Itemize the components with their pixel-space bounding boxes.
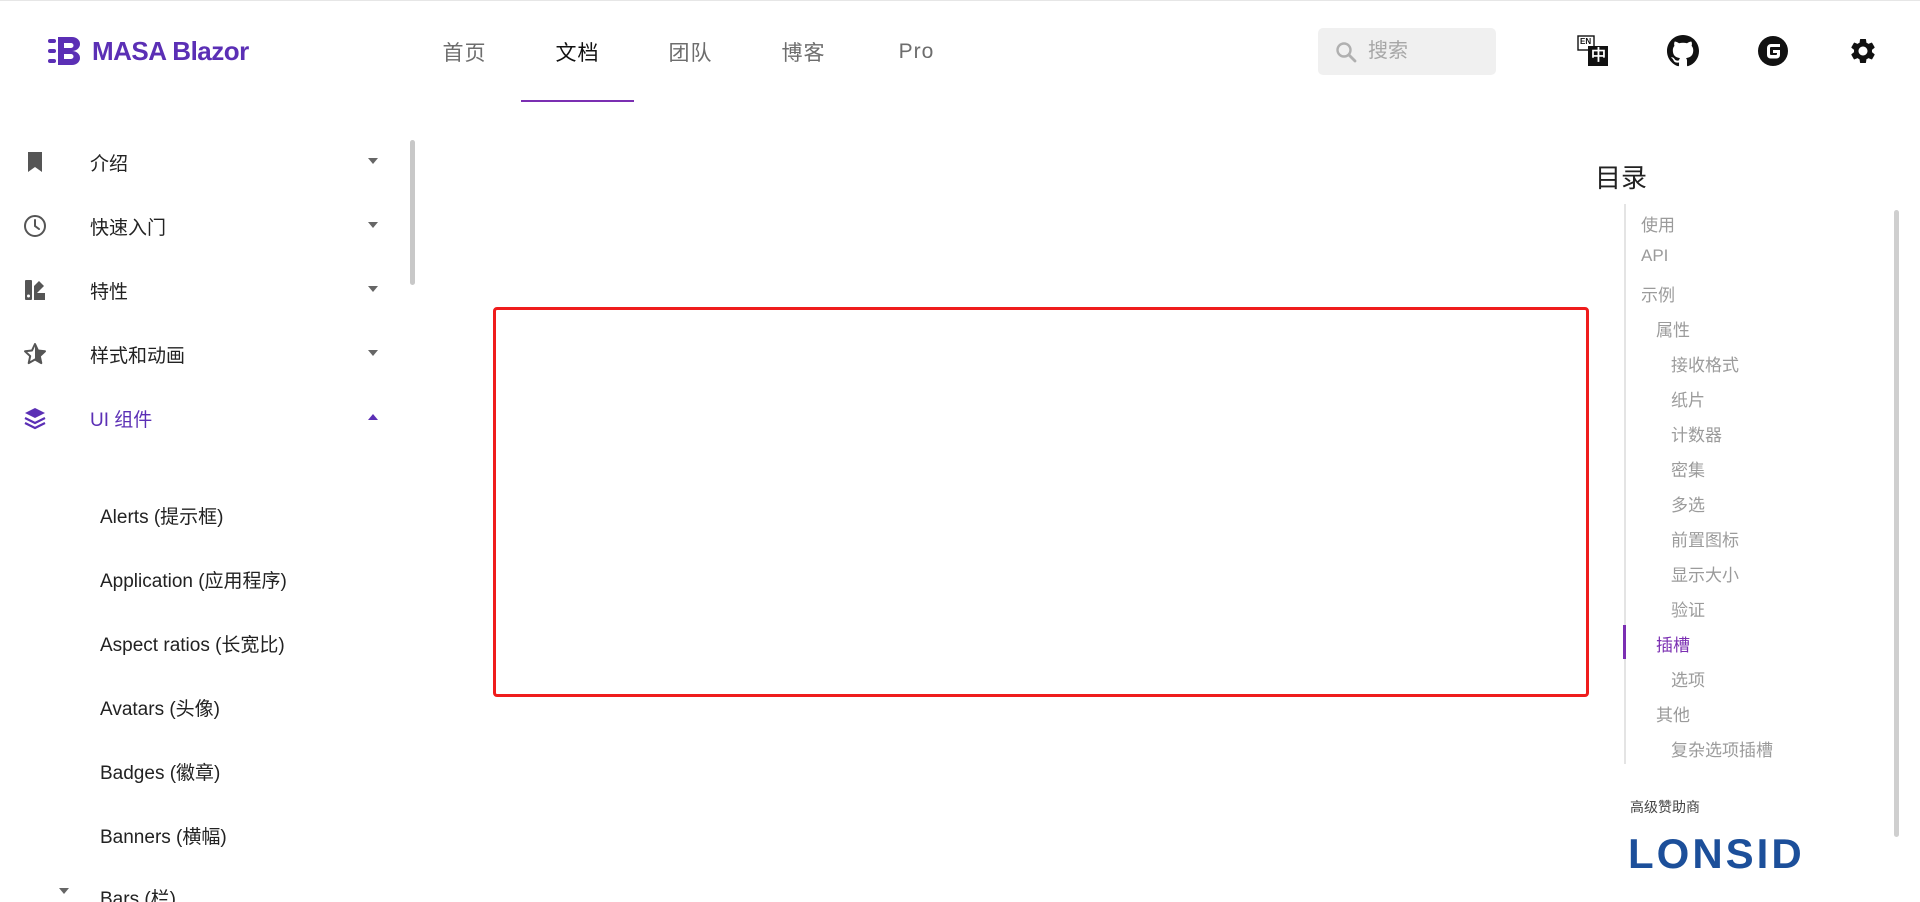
chevron-down-icon <box>368 286 378 292</box>
nav-pro[interactable]: Pro <box>860 1 973 102</box>
sidebar-scrollbar[interactable] <box>410 140 415 285</box>
sidebar-group-getting-started[interactable]: 快速入门 <box>0 195 400 257</box>
gitee-icon[interactable] <box>1756 34 1790 68</box>
sidebar-item-alerts[interactable]: Alerts (提示框) <box>100 502 224 529</box>
toc-item-props[interactable]: 属性 <box>1656 316 1690 341</box>
sidebar-item-application[interactable]: Application (应用程序) <box>100 566 287 593</box>
toc-scrollbar[interactable] <box>1894 210 1899 837</box>
toc-item-selection[interactable]: 选项 <box>1671 666 1705 691</box>
toc-item-counter[interactable]: 计数器 <box>1671 421 1722 446</box>
sidebar-item-banners[interactable]: Banners (横幅) <box>100 822 227 849</box>
sidebar-group-label: 介绍 <box>90 153 129 175</box>
chevron-down-icon <box>368 350 378 356</box>
search-box[interactable] <box>1318 28 1496 75</box>
top-nav: 首页 文档 团队 博客 Pro <box>408 1 973 102</box>
sidebar-group-styles-animations[interactable]: 样式和动画 <box>0 323 400 385</box>
github-icon[interactable] <box>1666 34 1700 68</box>
toc-item-slots[interactable]: 插槽 <box>1656 631 1690 656</box>
sponsor-logo[interactable]: LONSID <box>1628 830 1805 878</box>
sponsor-label: 高级赞助商 <box>1630 799 1700 815</box>
nav-home[interactable]: 首页 <box>408 1 521 102</box>
sidebar-item-bars[interactable]: Bars (栏) <box>100 884 176 902</box>
translate-icon[interactable]: EN 中 <box>1576 34 1610 68</box>
toc-item-complex-selection-slot[interactable]: 复杂选项插槽 <box>1671 736 1773 761</box>
bookmark-icon <box>22 149 48 175</box>
chevron-down-icon <box>59 888 69 894</box>
docs-sidebar: 介绍 快速入门 特性 样式和动画 UI 组件 Alerts (提示框) Appl… <box>0 128 415 902</box>
toc-item-validation[interactable]: 验证 <box>1671 596 1705 621</box>
layers-icon <box>22 405 48 431</box>
toc-item-examples[interactable]: 示例 <box>1641 281 1675 306</box>
app-header: MASA Blazor 首页 文档 团队 博客 Pro EN 中 <box>0 0 1920 102</box>
sidebar-group-label: UI 组件 <box>90 409 153 431</box>
sidebar-item-aspect-ratios[interactable]: Aspect ratios (长宽比) <box>100 630 285 657</box>
star-icon <box>22 341 48 367</box>
search-icon <box>1336 41 1357 62</box>
demo-highlight-frame <box>493 307 1589 697</box>
palette-icon <box>22 277 48 303</box>
toc-title: 目录 <box>1595 163 1648 193</box>
toc-item-chips[interactable]: 纸片 <box>1671 386 1705 411</box>
toc-item-show-size[interactable]: 显示大小 <box>1671 561 1739 586</box>
toc-item-misc[interactable]: 其他 <box>1656 701 1690 726</box>
chevron-down-icon <box>368 158 378 164</box>
toc-item-prepend-icon[interactable]: 前置图标 <box>1671 526 1739 551</box>
brand-name: MASA Blazor <box>92 35 249 66</box>
sidebar-group-label: 快速入门 <box>90 217 167 239</box>
chevron-up-icon <box>368 414 378 420</box>
sidebar-item-avatars[interactable]: Avatars (头像) <box>100 694 220 721</box>
toc-item-accepted-formats[interactable]: 接收格式 <box>1671 351 1739 376</box>
toc-item-usage[interactable]: 使用 <box>1641 211 1675 236</box>
nav-team[interactable]: 团队 <box>634 1 747 102</box>
sidebar-group-label: 样式和动画 <box>90 345 186 367</box>
sidebar-group-features[interactable]: 特性 <box>0 259 400 321</box>
toc-item-multiple[interactable]: 多选 <box>1671 491 1705 516</box>
toc-item-api[interactable]: API <box>1641 246 1668 266</box>
settings-icon[interactable] <box>1846 34 1880 68</box>
nav-blog[interactable]: 博客 <box>747 1 860 102</box>
toc-active-marker <box>1623 625 1626 659</box>
search-input[interactable] <box>1366 39 1490 64</box>
masa-logo-icon <box>48 37 80 65</box>
sidebar-item-badges[interactable]: Badges (徽章) <box>100 758 220 785</box>
sidebar-group-label: 特性 <box>90 281 129 303</box>
clock-icon <box>22 213 48 239</box>
translate-zh-label: 中 <box>1591 47 1607 64</box>
nav-docs[interactable]: 文档 <box>521 1 634 102</box>
chevron-down-icon <box>368 222 378 228</box>
toc-rail <box>1624 204 1626 764</box>
sidebar-group-intro[interactable]: 介绍 <box>0 131 400 193</box>
brand-logo[interactable]: MASA Blazor <box>48 34 249 68</box>
toc-item-dense[interactable]: 密集 <box>1671 456 1705 481</box>
translate-en-label: EN <box>1580 37 1592 46</box>
sidebar-group-ui-components[interactable]: UI 组件 <box>0 387 400 449</box>
